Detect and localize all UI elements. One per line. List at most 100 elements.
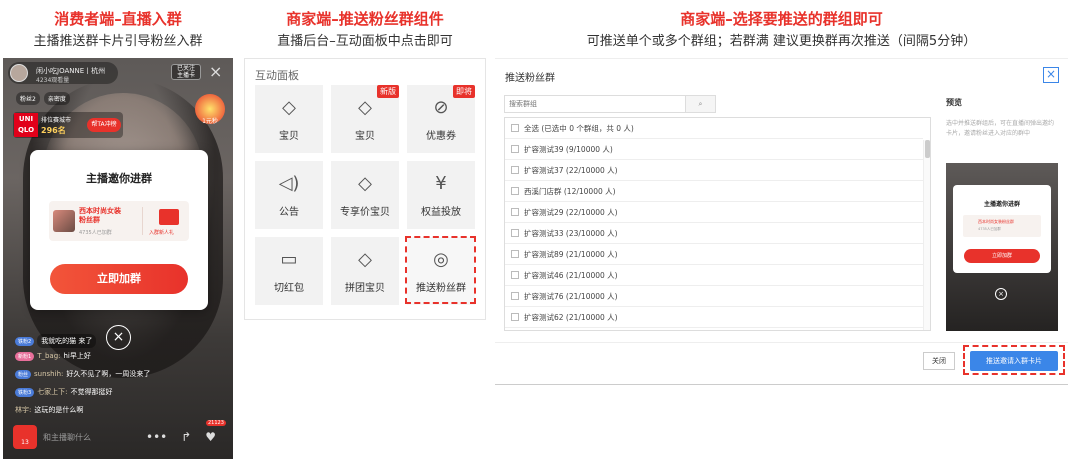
checkbox[interactable] xyxy=(511,313,519,321)
like-icon[interactable]: ♥ xyxy=(205,430,216,444)
group-row[interactable]: 扩容测试89 (21/10000 人) xyxy=(505,244,923,265)
chat-level-badge: 新粉1 xyxy=(15,351,35,361)
close-button[interactable]: 关闭 xyxy=(923,352,955,370)
dialog-title: 推送粉丝群 xyxy=(505,73,555,84)
close-icon[interactable]: × xyxy=(1043,67,1059,83)
preview-description: 选中并推送群组后，可在直播间弹出邀约卡片，邀请粉丝进入对应的群中 xyxy=(946,120,1055,137)
tile-coupon[interactable]: ⊘ 优惠券 即将 xyxy=(407,85,475,153)
yen-icon: ¥ xyxy=(435,173,447,194)
rank-banner[interactable]: UNI QLO 排位赛城市 296名 帮TA冲榜 xyxy=(13,112,123,138)
group-row-label: 扩容测试33 (23/10000 人) xyxy=(524,228,618,238)
group-row[interactable]: 扩容测试33 (23/10000 人) xyxy=(505,223,923,244)
tile-product-new[interactable]: ◇ 宝贝 新版 xyxy=(331,85,399,153)
tile-group-buy[interactable]: ◇ 拼团宝贝 xyxy=(331,237,399,305)
tile-benefit[interactable]: ¥ 权益投放 xyxy=(407,161,475,229)
caption-consumer-title: 消费者端–直播入群 xyxy=(54,10,182,28)
caption-consumer-sub: 主播推送群卡片引导粉丝入群 xyxy=(33,34,203,49)
search-icon[interactable]: ⌕ xyxy=(686,95,716,113)
red-packet-icon: ▭ xyxy=(280,249,298,270)
group-row-label: 扩容测试62 (21/10000 人) xyxy=(524,312,618,322)
group-row[interactable]: 扩容测试46 (21/10000 人) xyxy=(505,265,923,286)
checkbox[interactable] xyxy=(511,271,519,279)
checkbox[interactable] xyxy=(511,292,519,300)
caption-dialog-title: 商家端–选择要推送的群组即可 xyxy=(680,10,883,28)
fan-level-tag: 粉丝2 xyxy=(16,92,40,105)
follow-button[interactable]: 已关注 主播卡 xyxy=(171,64,201,80)
more-icon[interactable]: ••• xyxy=(146,430,167,444)
tile-label: 专享价宝贝 xyxy=(340,207,390,218)
tile-exclusive-price[interactable]: ◇ 专享价宝贝 xyxy=(331,161,399,229)
preview-group-name: 西本时尚女装粉丝群 xyxy=(978,219,1014,224)
tile-label: 优惠券 xyxy=(426,131,456,142)
preview-group-box: 西本时尚女装粉丝群 4735人已加群 xyxy=(963,215,1041,237)
tile-red-packet[interactable]: ▭ 切红包 xyxy=(255,237,323,305)
rank-label: 排位赛城市 xyxy=(41,117,72,124)
scroll-thumb[interactable] xyxy=(925,140,930,158)
group-row[interactable]: 扩容测试39 (9/10000 人) xyxy=(505,139,923,160)
rank-value: 296名 xyxy=(41,126,66,135)
chat-text: 这玩的是什么啊 xyxy=(34,406,84,414)
checkbox[interactable] xyxy=(511,124,519,132)
group-row[interactable]: 西溪门店群 (12/10000 人) xyxy=(505,181,923,202)
group-search-input[interactable] xyxy=(504,95,686,113)
group-row[interactable]: 扩容测试76 (21/10000 人) xyxy=(505,286,923,307)
host-info-bar[interactable]: 闲小吃JOANNE丨杭州 4234观看量 xyxy=(8,62,118,84)
shop-bag-icon[interactable]: 13 xyxy=(13,425,37,449)
new-version-badge: 新版 xyxy=(377,85,399,98)
chat-message: 铁粉3 七家上下: 不觉得那挺好 xyxy=(15,387,113,397)
boost-rank-button[interactable]: 帮TA冲榜 xyxy=(87,118,121,132)
comment-input[interactable]: 和主播聊什么 xyxy=(43,432,91,443)
tile-announcement[interactable]: ◁) 公告 xyxy=(255,161,323,229)
chat-message: 铁粉2 我就吃的猫 来了 xyxy=(15,334,97,348)
gift-badge-icon[interactable]: 1元秒 xyxy=(195,94,225,125)
group-invite-card: 主播邀你进群 西本时尚女装 粉丝群 4735人已加群 入群新人礼 立即加群 xyxy=(30,150,208,310)
preview-label: 预览 xyxy=(946,98,962,107)
preview-join-button: 立即加群 xyxy=(964,249,1040,263)
group-name: 西本时尚女装 粉丝群 xyxy=(79,207,121,224)
select-all-row[interactable]: 全选 (已选中 0 个群组，共 0 人) xyxy=(505,118,923,139)
new-member-gift-label: 入群新人礼 xyxy=(149,230,175,236)
caption-panel-title: 商家端–推送粉丝群组件 xyxy=(286,10,444,28)
coupon-icon: ⊘ xyxy=(433,97,449,118)
group-row[interactable]: 扩容测试29 (22/10000 人) xyxy=(505,202,923,223)
chat-username: 林宇: xyxy=(15,406,32,414)
group-row-label: 扩容测试29 (22/10000 人) xyxy=(524,207,618,217)
fan-tags: 粉丝2 亲密度 xyxy=(16,92,70,105)
coming-soon-badge: 即将 xyxy=(453,85,475,98)
highlight-box xyxy=(963,345,1065,375)
panel-title: 互动面板 xyxy=(255,69,299,82)
chat-username: 七家上下: xyxy=(37,388,68,396)
select-all-label: 全选 (已选中 0 个群组，共 0 人) xyxy=(524,123,634,133)
checkbox[interactable] xyxy=(511,187,519,195)
checkbox[interactable] xyxy=(511,166,519,174)
share-icon[interactable]: ↱ xyxy=(181,430,191,444)
checkbox[interactable] xyxy=(511,145,519,153)
close-icon[interactable]: × xyxy=(209,62,222,81)
chat-username: T_bag: xyxy=(37,352,61,360)
tile-product[interactable]: ◇ 宝贝 xyxy=(255,85,323,153)
chat-username: sunshih: xyxy=(34,370,64,378)
chat-message: 林宇: 这玩的是什么啊 xyxy=(15,405,83,415)
checkbox[interactable] xyxy=(511,208,519,216)
chat-message: 新粉1 T_bag: hi早上好 xyxy=(15,351,91,361)
chat-level-badge: 铁粉2 xyxy=(15,336,35,346)
footer-divider xyxy=(495,342,1068,343)
tile-label: 权益投放 xyxy=(421,207,461,218)
red-envelope-icon xyxy=(159,209,179,225)
list-scrollbar[interactable] xyxy=(923,140,930,330)
chat-text: 好久不见了啊，一周没来了 xyxy=(66,370,151,378)
close-card-icon[interactable]: × xyxy=(106,325,131,350)
group-row[interactable]: 扩容测试62 (21/10000 人) xyxy=(505,307,923,328)
preview-invite-card: 主播邀你进群 西本时尚女装粉丝群 4735人已加群 立即加群 xyxy=(953,185,1051,273)
preview-group-count: 4735人已加群 xyxy=(978,227,1001,231)
host-avatar xyxy=(10,64,28,82)
host-viewers: 4234观看量 xyxy=(36,77,70,84)
chat-text: hi早上好 xyxy=(63,352,91,360)
checkbox[interactable] xyxy=(511,250,519,258)
join-group-button[interactable]: 立即加群 xyxy=(50,264,188,294)
checkbox[interactable] xyxy=(511,229,519,237)
tag-icon: ◇ xyxy=(358,173,372,194)
caption-dialog-sub: 可推送单个或多个群组；若群满 建议更换群再次推送（间隔5分钟） xyxy=(586,34,977,49)
group-row[interactable]: 扩容测试37 (22/10000 人) xyxy=(505,160,923,181)
caption-panel-sub: 直播后台–互动面板中点击即可 xyxy=(277,34,453,49)
